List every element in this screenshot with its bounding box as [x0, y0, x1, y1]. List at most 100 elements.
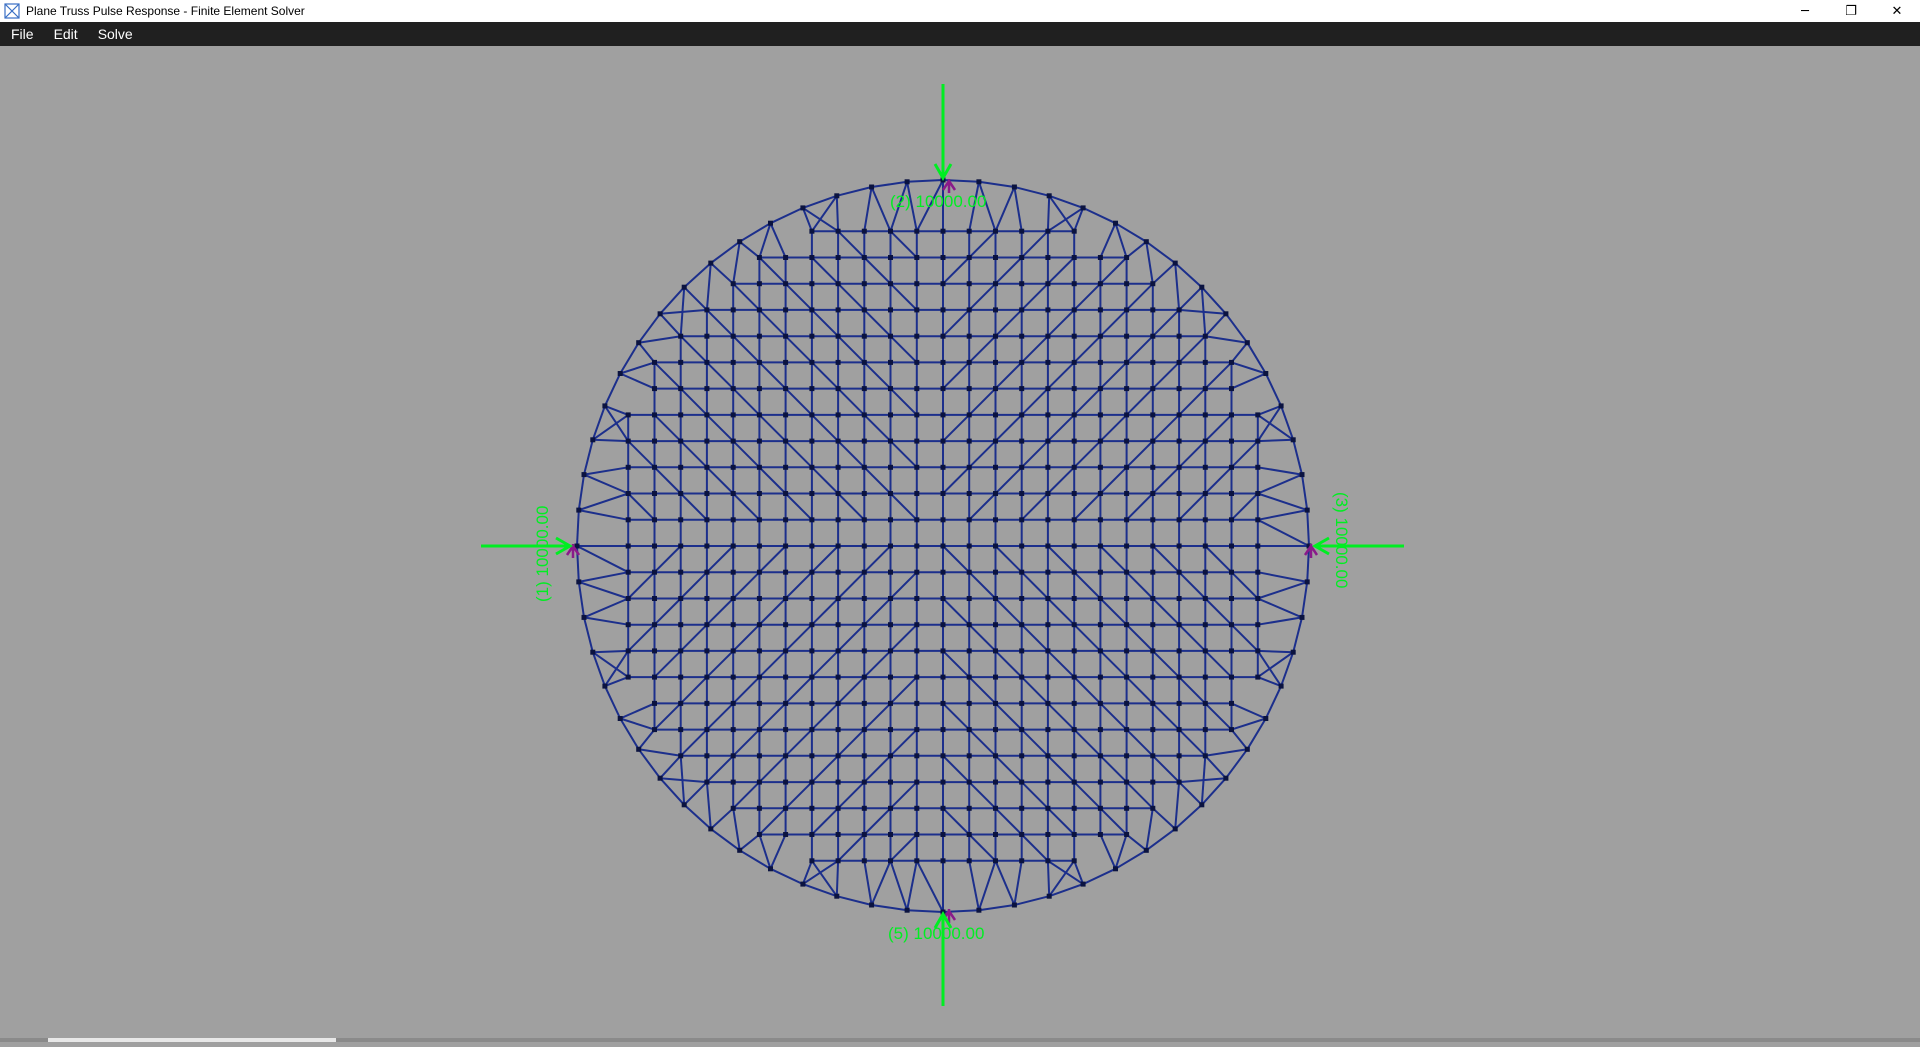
truss-member — [811, 807, 839, 836]
truss-node — [1202, 359, 1208, 365]
truss-view[interactable]: (2) 10000.00 (5) 10000.00 (1) 10000.00 (… — [0, 46, 1920, 1042]
truss-member — [706, 597, 734, 626]
truss-node — [940, 386, 946, 392]
close-button[interactable]: ✕ — [1874, 0, 1920, 22]
truss-member — [706, 414, 734, 442]
truss-node — [730, 491, 736, 496]
truss-node — [652, 359, 657, 365]
truss-node — [1045, 596, 1051, 601]
truss-node — [1071, 543, 1077, 549]
truss-member — [1174, 262, 1203, 288]
truss-member — [942, 597, 970, 626]
truss-node — [1176, 596, 1182, 601]
drawing-canvas[interactable]: (2) 10000.00 (5) 10000.00 (1) 10000.00 (… — [0, 46, 1920, 1042]
truss-member — [583, 617, 594, 653]
truss-node — [704, 464, 710, 470]
truss-member — [1204, 702, 1233, 731]
truss-member — [1225, 313, 1249, 344]
truss-node — [914, 491, 920, 496]
truss-member — [978, 180, 1015, 188]
truss-node — [966, 569, 972, 575]
truss-member — [889, 781, 918, 810]
truss-member — [732, 728, 761, 757]
menu-edit[interactable]: Edit — [43, 22, 87, 46]
truss-member — [1257, 509, 1308, 521]
truss-node — [835, 333, 841, 339]
truss-node — [652, 674, 657, 680]
truss-member — [758, 361, 787, 390]
truss-node — [1045, 464, 1051, 470]
truss-node — [1150, 281, 1156, 287]
truss-node — [783, 517, 789, 523]
truss-member — [1257, 616, 1303, 626]
truss-node — [888, 228, 893, 234]
horizontal-scrollbar[interactable] — [0, 1038, 1920, 1042]
truss-node — [1124, 779, 1130, 785]
truss-node — [966, 228, 972, 234]
truss-node — [861, 569, 867, 575]
truss-node — [888, 805, 893, 811]
truss-node — [1299, 614, 1305, 620]
truss-node — [1097, 543, 1103, 549]
truss-node — [1071, 333, 1077, 339]
truss-node — [1229, 569, 1234, 575]
truss-node — [625, 491, 631, 496]
truss-member — [1020, 440, 1049, 469]
menu-file[interactable]: File — [0, 22, 43, 46]
restore-button[interactable]: ❐ — [1828, 0, 1874, 22]
truss-node — [730, 674, 736, 680]
truss-node — [652, 438, 657, 444]
truss-node — [1202, 596, 1208, 601]
truss-member — [994, 755, 1023, 783]
truss-node — [756, 386, 762, 392]
truss-member — [1174, 782, 1181, 829]
truss-node — [756, 648, 762, 654]
truss-node — [1176, 438, 1182, 444]
truss-member — [1152, 597, 1180, 626]
truss-member — [659, 286, 685, 315]
truss-node — [625, 569, 631, 575]
truss-node — [636, 340, 642, 346]
truss-member — [683, 262, 712, 288]
truss-node — [708, 260, 714, 266]
load-arrow-right: (3) 10000.00 — [1311, 492, 1404, 588]
truss-node — [904, 907, 910, 913]
truss-node — [835, 464, 841, 470]
truss-node — [1143, 239, 1149, 245]
truss-node — [1202, 464, 1208, 470]
menu-solve[interactable]: Solve — [87, 22, 142, 46]
truss-node — [1045, 858, 1051, 864]
truss-node — [730, 622, 736, 628]
truss-node — [940, 832, 946, 837]
truss-node — [1097, 281, 1103, 287]
truss-member — [603, 685, 622, 719]
truss-node — [1019, 622, 1025, 628]
minimize-button[interactable]: ─ — [1782, 0, 1828, 22]
truss-node — [888, 386, 893, 392]
truss-member — [1230, 342, 1249, 364]
truss-node — [993, 543, 998, 549]
truss-member — [1082, 206, 1116, 225]
truss-member — [978, 904, 1015, 912]
truss-member — [1230, 492, 1259, 521]
truss-member — [706, 650, 734, 678]
truss-node — [1019, 333, 1025, 339]
truss-node — [1071, 596, 1077, 601]
truss-member — [942, 650, 970, 678]
truss-node — [1097, 700, 1103, 706]
truss-node — [1071, 307, 1077, 313]
truss-member — [837, 833, 866, 862]
truss-node — [1255, 569, 1261, 575]
truss-node — [1097, 596, 1103, 601]
truss-node — [1290, 437, 1296, 443]
truss-member — [837, 230, 866, 259]
truss-node — [756, 464, 762, 470]
truss-node — [993, 307, 998, 313]
truss-node — [1176, 622, 1182, 628]
truss-node — [1019, 255, 1025, 260]
truss-node — [652, 727, 657, 733]
truss-node — [1046, 193, 1052, 199]
truss-node — [704, 412, 710, 418]
scrollbar-thumb[interactable] — [48, 1038, 336, 1042]
truss-node — [835, 700, 841, 706]
